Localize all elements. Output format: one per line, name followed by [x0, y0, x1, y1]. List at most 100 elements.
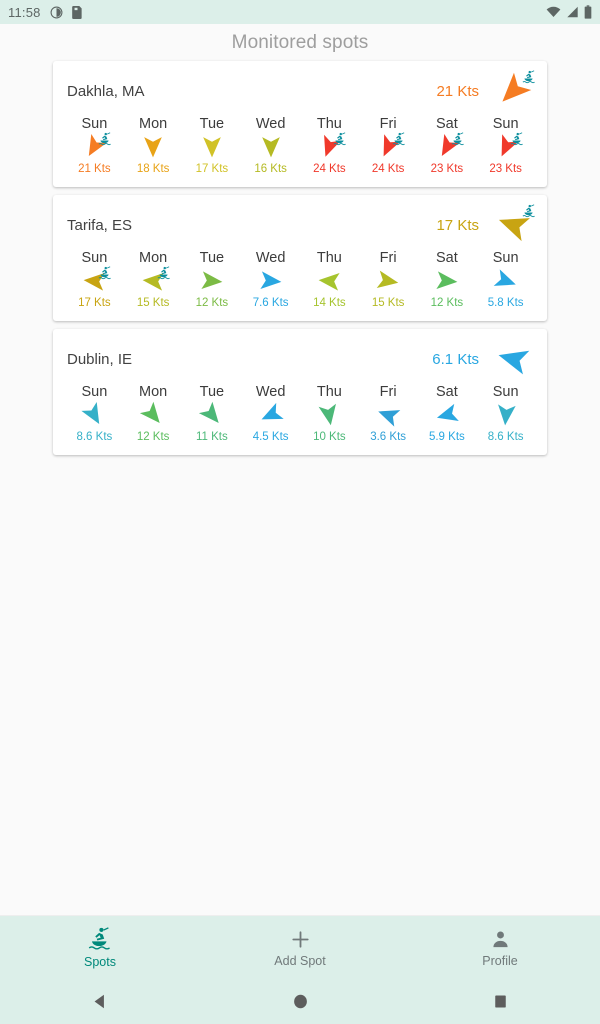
forecast-day-speed: 4.5 Kts	[252, 431, 289, 443]
forecast-day-speed: 8.6 Kts	[487, 431, 524, 443]
home-button[interactable]	[200, 993, 400, 1010]
wind-direction-arrow	[493, 70, 535, 108]
spot-card[interactable]: Dakhla, MA 21 Kts Sun 21 Kts Mon 18 Kts Tue 17 …	[53, 61, 547, 187]
forecast-day[interactable]: Sun 5.8 Kts	[476, 249, 535, 311]
forecast-day-label: Fri	[379, 384, 397, 400]
spot-card[interactable]: Dublin, IE 6.1 Kts Sun 8.6 Kts Mon 12 Kts Tue 1…	[53, 329, 547, 455]
wind-direction-arrow	[430, 132, 464, 160]
wind-direction-arrow	[77, 132, 112, 160]
forecast-day-speed: 23 Kts	[430, 163, 464, 175]
forecast-days-row: Sun 21 Kts Mon 18 Kts Tue 17 Kts Wed 16 Kts Thu 2…	[65, 111, 535, 177]
spot-name: Dublin, IE	[67, 350, 133, 368]
forecast-day-speed: 5.9 Kts	[428, 431, 465, 443]
wind-direction-arrow	[312, 132, 347, 160]
forecast-day-label: Tue	[199, 116, 225, 132]
plus-icon	[291, 930, 309, 948]
forecast-day-speed: 21 Kts	[78, 163, 111, 175]
system-navigation-bar	[0, 979, 600, 1024]
kitesurfer-icon	[333, 132, 347, 146]
app-bar: Monitored spots	[0, 24, 600, 61]
spot-card[interactable]: Tarifa, ES 17 Kts Sun 17 Kts Mon 15 Kts Tue 12 …	[53, 195, 547, 321]
forecast-day[interactable]: Fri 15 Kts	[359, 249, 418, 311]
bottom-navigation: Spots Add Spot Profile	[0, 915, 600, 979]
kitesurfer-icon	[522, 204, 535, 218]
forecast-day[interactable]: Thu 14 Kts	[300, 249, 359, 311]
forecast-day[interactable]: Fri 3.6 Kts	[359, 383, 418, 445]
forecast-day[interactable]: Thu 24 Kts	[300, 115, 359, 177]
wind-direction-arrow	[77, 266, 112, 294]
status-bar-right	[546, 5, 592, 19]
wind-direction-arrow	[254, 134, 288, 160]
forecast-day-label: Thu	[316, 250, 342, 266]
forecast-day[interactable]: Fri 24 Kts	[359, 115, 418, 177]
spot-name: Tarifa, ES	[67, 216, 133, 234]
status-clock: 11:58	[8, 4, 41, 20]
wind-direction-arrow	[489, 132, 523, 160]
wind-direction-arrow	[371, 132, 405, 160]
forecast-day[interactable]: Mon 12 Kts	[124, 383, 183, 445]
forecast-day[interactable]: Sun 23 Kts	[476, 115, 535, 177]
forecast-day-label: Sat	[435, 116, 458, 132]
forecast-day[interactable]: Sat 5.9 Kts	[418, 383, 477, 445]
forecast-day[interactable]: Thu 10 Kts	[300, 383, 359, 445]
forecast-day-speed: 11 Kts	[196, 431, 228, 443]
kitesurfer-icon	[88, 927, 110, 950]
forecast-day-label: Mon	[139, 384, 168, 400]
forecast-day[interactable]: Sat 23 Kts	[418, 115, 477, 177]
spot-card-header: Dakhla, MA 21 Kts	[65, 70, 535, 111]
forecast-day-label: Wed	[255, 384, 286, 400]
forecast-day-label: Tue	[199, 384, 225, 400]
nav-label-add-spot: Add Spot	[274, 953, 326, 968]
kitesurfer-icon	[451, 132, 464, 146]
forecast-day-label: Wed	[255, 116, 286, 132]
forecast-day[interactable]: Sun 8.6 Kts	[476, 383, 535, 445]
spot-card-header: Tarifa, ES 17 Kts	[65, 204, 535, 245]
forecast-day-speed: 15 Kts	[136, 297, 170, 309]
forecast-day[interactable]: Sun 17 Kts	[65, 249, 124, 311]
status-bar-left: 11:58	[8, 5, 83, 20]
forecast-day-speed: 8.6 Kts	[76, 431, 113, 443]
battery-icon	[584, 5, 592, 19]
wind-direction-arrow	[195, 134, 229, 160]
wind-direction-arrow	[493, 342, 533, 376]
forecast-day[interactable]: Sun 8.6 Kts	[65, 383, 124, 445]
wind-direction-arrow	[136, 134, 170, 160]
wind-direction-arrow	[371, 402, 405, 428]
forecast-day[interactable]: Sat 12 Kts	[418, 249, 477, 311]
wifi-icon	[546, 6, 561, 17]
forecast-day[interactable]: Mon 15 Kts	[124, 249, 183, 311]
wind-direction-arrow	[77, 402, 111, 428]
contrast-icon	[50, 6, 63, 18]
kitesurfer-icon	[98, 132, 112, 146]
forecast-day-speed: 24 Kts	[371, 163, 405, 175]
forecast-day-speed: 12 Kts	[136, 431, 170, 443]
wind-direction-arrow	[195, 268, 229, 294]
forecast-day[interactable]: Wed 16 Kts	[241, 115, 300, 177]
forecast-day-label: Sun	[81, 384, 108, 400]
spot-current-speed: 6.1 Kts	[432, 350, 479, 368]
forecast-day[interactable]: Mon 18 Kts	[124, 115, 183, 177]
wind-direction-arrow	[489, 268, 523, 294]
forecast-day-speed: 3.6 Kts	[370, 431, 407, 443]
kitesurfer-icon	[522, 70, 535, 84]
forecast-day[interactable]: Tue 11 Kts	[183, 383, 242, 445]
forecast-day[interactable]: Tue 17 Kts	[183, 115, 242, 177]
forecast-day-label: Mon	[139, 116, 168, 132]
back-button[interactable]	[0, 993, 200, 1010]
spot-name: Dakhla, MA	[67, 82, 145, 100]
wind-direction-arrow	[254, 268, 288, 294]
recents-button[interactable]	[400, 994, 600, 1009]
nav-item-add-spot[interactable]: Add Spot	[200, 928, 400, 968]
forecast-day-label: Sun	[492, 116, 519, 132]
forecast-day[interactable]: Tue 12 Kts	[183, 249, 242, 311]
nav-item-profile[interactable]: Profile	[400, 928, 600, 968]
forecast-day[interactable]: Sun 21 Kts	[65, 115, 124, 177]
forecast-day-label: Fri	[379, 250, 397, 266]
wind-direction-arrow	[430, 268, 464, 294]
nav-item-spots[interactable]: Spots	[0, 926, 200, 969]
wind-direction-arrow	[195, 401, 229, 428]
forecast-day-label: Tue	[199, 250, 225, 266]
forecast-day-label: Sat	[435, 250, 458, 266]
forecast-day[interactable]: Wed 4.5 Kts	[241, 383, 300, 445]
forecast-day[interactable]: Wed 7.6 Kts	[241, 249, 300, 311]
